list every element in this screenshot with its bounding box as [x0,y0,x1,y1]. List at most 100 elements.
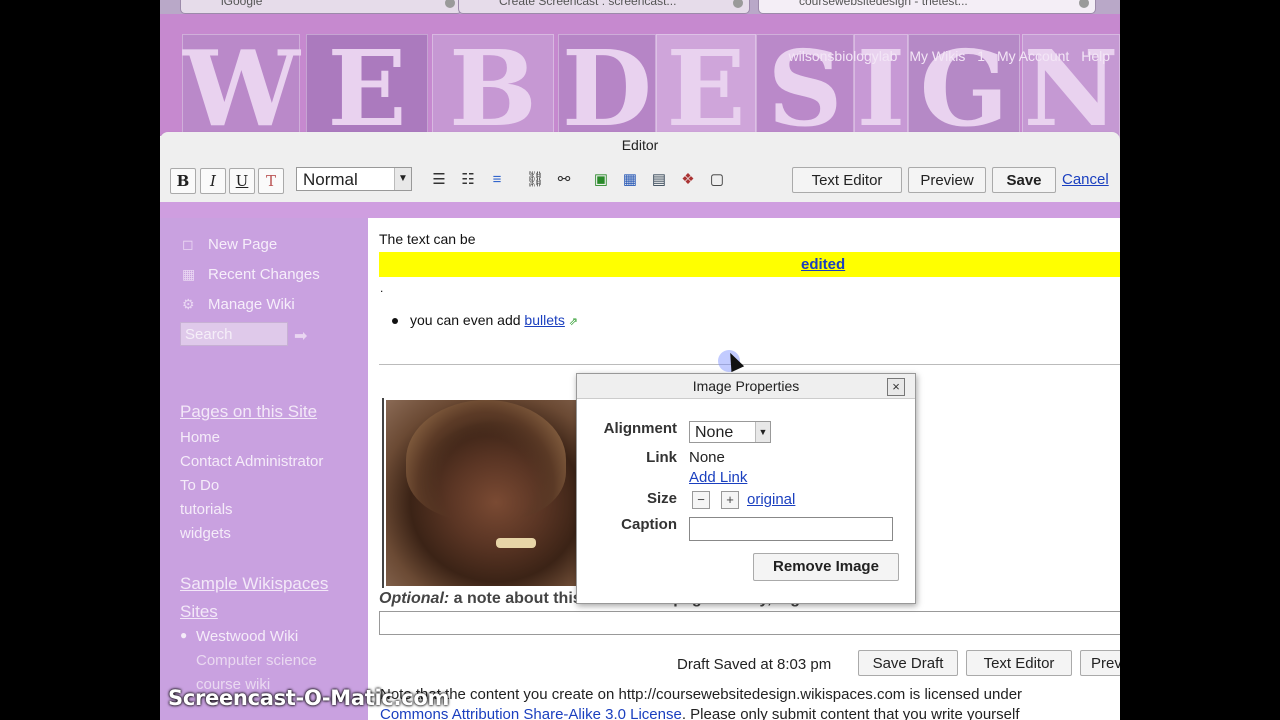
mail-count[interactable]: 1 [977,48,985,64]
link-icon[interactable]: ⛓ [524,169,546,191]
content-text: . [380,281,384,295]
unlink-icon[interactable]: ⚯ [553,169,575,191]
nav-strip [160,202,1120,218]
preview-button[interactable]: Preview [908,167,986,193]
browser-tab-igoogle[interactable]: iGoogle [180,0,462,14]
license-text-rest: . Please only submit content that you wr… [681,706,1020,720]
add-link-link[interactable]: Add Link [689,469,747,486]
text-editor-button[interactable]: Text Editor [966,650,1072,676]
browser-tab-screencast[interactable]: Create Screencast : screencast... [458,0,750,14]
remove-image-button[interactable]: Remove Image [753,553,899,581]
list-item-text: you can even add [410,312,525,328]
bullet-icon: ● [180,628,188,642]
help-link[interactable]: Help [1081,48,1110,64]
edited-link[interactable]: edited [801,256,845,273]
divider [379,364,1120,365]
sidebar-item-contact[interactable]: Contact Administrator [180,453,323,470]
editor-title: Editor [621,137,659,153]
close-icon[interactable] [445,0,455,8]
text-editor-button[interactable]: Text Editor [792,167,902,193]
italic-button[interactable]: I [200,168,226,194]
size-label: Size [646,490,677,507]
banner-letter: D [558,34,656,144]
manage-wiki-link[interactable]: Manage Wiki [208,296,295,313]
banner-letter: E [306,34,428,144]
link-label: Link [646,449,677,466]
sample-heading-cont[interactable]: Sites [180,602,218,622]
save-button[interactable]: Save [992,167,1056,193]
banner-letter: B [432,34,554,144]
indent-icon[interactable]: ≡ [486,169,508,191]
save-draft-button[interactable]: Save Draft [858,650,958,676]
sidebar-item-tutorials[interactable]: tutorials [180,501,233,518]
note-label: Optional: [379,590,450,607]
image-icon[interactable]: ▣ [590,169,612,191]
new-page-link[interactable]: New Page [208,236,277,253]
site-banner: W E B D E S I G N wilsonsbiologylab My W… [160,14,1120,144]
editor-toolbar: Editor B I U T Normal ▼ ☰ ☷ ≡ ⛓ ⚯ ▣ ▦ ▤ … [160,132,1120,203]
size-increase-button[interactable]: + [721,491,739,509]
license-text: Commons Attribution Share-Alike 3.0 Lice… [380,706,1020,720]
alignment-label: Alignment [603,420,677,437]
highlight-block: edited [379,252,1120,277]
format-select[interactable]: Normal ▼ [296,167,412,191]
bullet-icon [392,318,398,324]
arrow-right-icon[interactable]: ➡ [294,326,307,346]
size-decrease-button[interactable]: − [692,491,710,509]
user-links: wilsonsbiologylab My Wikis 1 My Account … [785,48,1114,64]
tab-label: Create Screencast : screencast... [499,0,677,8]
external-link-icon: ⇗ [568,316,578,328]
banner-letter: E [656,34,756,144]
my-wikis-link[interactable]: My Wikis [909,48,965,64]
underline-button[interactable]: U [229,168,255,194]
browser-tab-strip: iGoogle Create Screencast : screencast..… [160,0,1120,14]
edit-note-input[interactable] [379,611,1120,635]
content-text: The text can be [379,231,476,247]
sidebar-subtext: Computer science [196,652,317,669]
bullets-link[interactable]: bullets [524,312,564,328]
photo-detail [406,400,566,520]
dialog-title: Image Properties [577,374,915,399]
text-color-icon[interactable]: T [258,168,284,194]
table-icon[interactable]: ▤ [648,169,670,191]
preview-button[interactable]: Prev [1080,650,1120,676]
sidebar-item-home[interactable]: Home [180,429,220,446]
caption-input[interactable] [689,517,893,541]
photo-detail [496,538,536,548]
caveman-photo [386,400,584,586]
alignment-select[interactable]: None ▼ [689,421,771,443]
alignment-select-value: None [695,424,734,441]
sidebar-item-todo[interactable]: To Do [180,477,219,494]
close-icon[interactable]: × [887,378,905,396]
chevron-down-icon: ▼ [394,168,411,190]
list-item: you can even add bullets ⇗ [392,312,578,328]
sidebar-item-widgets[interactable]: widgets [180,525,231,542]
media-icon[interactable]: ▦ [619,169,641,191]
browser-tab-active[interactable]: coursewebsitedesign - thetest... [758,0,1096,14]
my-account-link[interactable]: My Account [997,48,1069,64]
numbered-list-icon[interactable]: ☰ [428,169,450,191]
widget-icon[interactable]: ❖ [677,169,699,191]
sample-heading[interactable]: Sample Wikispaces [180,574,328,594]
sidebar-item-westwood[interactable]: Westwood Wiki [196,628,298,645]
cancel-link[interactable]: Cancel [1062,171,1109,188]
bullet-list-icon[interactable]: ☷ [457,169,479,191]
caption-label: Caption [621,516,677,533]
recent-changes-link[interactable]: Recent Changes [208,266,320,283]
username-link[interactable]: wilsonsbiologylab [789,48,898,64]
special-char-icon[interactable]: ▢ [706,169,728,191]
tab-label: coursewebsitedesign - thetest... [799,0,968,8]
search-input[interactable]: Search [180,322,288,346]
size-original-link[interactable]: original [747,491,795,508]
screencast-watermark: Screencast-O-Matic.com [168,686,450,710]
browser-viewport: iGoogle Create Screencast : screencast..… [160,0,1120,720]
calendar-icon: ▦ [182,266,196,282]
new-page-icon: ◻ [182,236,194,252]
draft-status: Draft Saved at 8:03 pm [677,656,832,673]
close-icon[interactable] [733,0,743,8]
close-icon[interactable] [1079,0,1089,8]
embedded-image[interactable] [382,398,584,588]
pages-heading[interactable]: Pages on this Site [180,402,317,422]
bold-button[interactable]: B [170,168,196,194]
chevron-down-icon: ▼ [755,422,770,442]
